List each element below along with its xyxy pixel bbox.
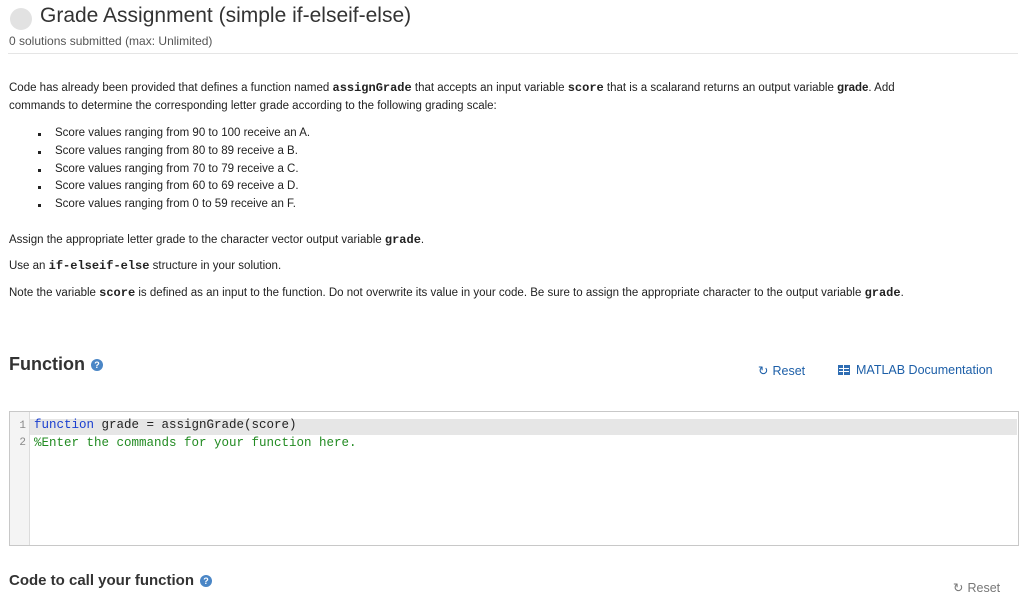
description-paragraph-1: Code has already been provided that defi… [9, 79, 895, 97]
text: Use an [9, 260, 49, 272]
status-circle-icon [10, 8, 32, 30]
code-line-2[interactable]: %Enter the commands for your function he… [34, 436, 357, 450]
line-number: 1 [19, 420, 26, 432]
description-paragraph-2: Assign the appropriate letter grade to t… [9, 231, 424, 249]
list-item: Score values ranging from 90 to 100 rece… [36, 125, 310, 143]
question-circle-icon[interactable]: ? [90, 359, 103, 372]
description-paragraph-3: Use an if-elseif-else structure in your … [9, 257, 281, 275]
text: . [900, 287, 904, 299]
book-icon [838, 365, 850, 375]
submission-count: 0 solutions submitted (max: Unlimited) [9, 34, 213, 48]
call-reset-button[interactable]: ↻ Reset [953, 580, 1000, 595]
code-if-elseif-else: if-elseif-else [48, 259, 150, 273]
text: is defined as an input to the function. … [135, 287, 865, 299]
docs-label: MATLAB Documentation [856, 363, 993, 377]
section-title-text: Code to call your function [9, 572, 195, 589]
code-score: score [99, 286, 136, 300]
section-title-text: Function [9, 354, 85, 374]
code-assigngrade: assignGrade [332, 81, 412, 95]
refresh-icon: ↻ [758, 364, 769, 378]
list-item: Score values ranging from 60 to 69 recei… [36, 178, 310, 196]
grading-scale-list: Score values ranging from 90 to 100 rece… [36, 125, 310, 214]
problem-title: Grade Assignment (simple if-elseif-else) [40, 4, 412, 27]
text: that accepts an input variable [411, 82, 568, 94]
text: . Add [868, 82, 895, 94]
code-line-1[interactable]: function grade = assignGrade(score) [34, 418, 297, 432]
keyword-function: function [34, 418, 95, 432]
bold-grade: grade [837, 82, 869, 94]
function-reset-button[interactable]: ↻ Reset [758, 363, 805, 378]
matlab-documentation-link[interactable]: MATLAB Documentation [838, 363, 993, 377]
text: Note the variable [9, 287, 100, 299]
line-number-gutter: 1 2 [10, 412, 30, 545]
code-editor[interactable]: 1 2 function grade = assignGrade(score) … [9, 411, 1019, 546]
code-grade: grade [384, 233, 421, 247]
text: that is a scalarand returns an output va… [603, 82, 838, 94]
call-section-title: Code to call your function? [9, 572, 213, 589]
code-grade: grade [864, 286, 901, 300]
header-divider [8, 53, 1018, 54]
code-text: grade = assignGrade(score) [94, 418, 297, 432]
text: Code has already been provided that defi… [9, 82, 333, 94]
description-paragraph-1-line-2: commands to determine the corresponding … [9, 100, 497, 112]
list-item: Score values ranging from 0 to 59 receiv… [36, 196, 310, 214]
list-item: Score values ranging from 80 to 89 recei… [36, 143, 310, 161]
text: . [420, 234, 425, 246]
function-section-title: Function? [9, 354, 103, 375]
line-number: 2 [19, 437, 26, 449]
question-circle-icon[interactable]: ? [200, 575, 213, 588]
reset-label: Reset [772, 364, 806, 378]
code-score: score [567, 81, 604, 95]
refresh-icon: ↻ [953, 581, 964, 595]
description-paragraph-4: Note the variable score is defined as an… [9, 284, 904, 302]
list-item: Score values ranging from 70 to 79 recei… [36, 161, 310, 179]
problem-header: Grade Assignment (simple if-elseif-else)… [0, 0, 1024, 56]
text: structure in your solution. [149, 260, 282, 272]
reset-label: Reset [967, 581, 1001, 595]
text: Assign the appropriate letter grade to t… [9, 234, 385, 246]
